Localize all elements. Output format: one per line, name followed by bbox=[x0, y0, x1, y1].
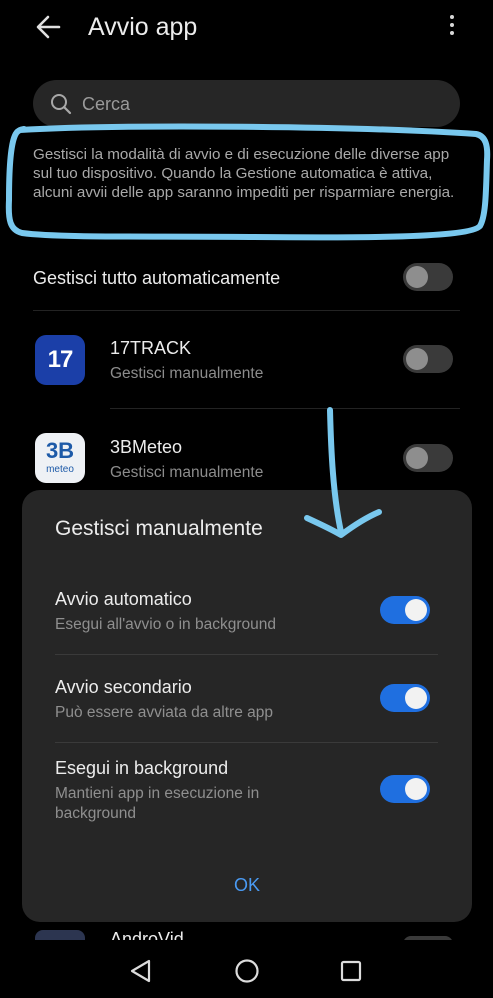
app-name: 3BMeteo bbox=[110, 437, 183, 457]
option-title: Avvio automatico bbox=[55, 589, 192, 609]
secondary-start-toggle[interactable] bbox=[380, 684, 430, 712]
app-icon-3bmeteo: 3B meteo bbox=[35, 433, 85, 483]
search-placeholder: Cerca bbox=[82, 94, 131, 114]
background-run-toggle[interactable] bbox=[380, 775, 430, 803]
app-status: Gestisci manualmente bbox=[110, 464, 264, 481]
dialog-title: Gestisci manualmente bbox=[55, 517, 263, 540]
toggle-knob bbox=[405, 778, 427, 800]
option-subtitle: Mantieni app in esecuzione in background bbox=[55, 785, 260, 822]
ok-button[interactable]: OK bbox=[210, 870, 284, 900]
app-icon-17track-text: 17 bbox=[47, 346, 74, 373]
option-subtitle: Può essere avviata da altre app bbox=[55, 704, 273, 721]
more-vert-icon[interactable] bbox=[444, 12, 460, 42]
manage-all-label: Gestisci tutto automaticamente bbox=[33, 268, 281, 288]
toggle-knob bbox=[406, 348, 428, 370]
description-text: Gestisci la modalità di avvio e di esecu… bbox=[33, 146, 455, 202]
toggle-knob bbox=[405, 599, 427, 621]
divider bbox=[55, 742, 438, 743]
app-bar bbox=[0, 0, 493, 60]
nav-recents-icon[interactable] bbox=[339, 959, 363, 983]
back-arrow-icon[interactable] bbox=[32, 10, 66, 44]
nav-back-icon[interactable] bbox=[128, 958, 154, 984]
toggle-knob bbox=[406, 447, 428, 469]
manage-all-toggle[interactable] bbox=[403, 263, 453, 291]
divider bbox=[110, 408, 460, 409]
app-icon-3bmeteo-subtext: meteo bbox=[46, 464, 74, 475]
search-icon bbox=[51, 94, 72, 115]
page-title: Avvio app bbox=[88, 13, 198, 41]
nav-home-icon[interactable] bbox=[234, 958, 260, 984]
app-status: Gestisci manualmente bbox=[110, 365, 264, 382]
arrow-annotation bbox=[304, 407, 382, 538]
option-title: Avvio secondario bbox=[55, 677, 192, 697]
app-icon-17track: 17 bbox=[35, 335, 85, 385]
toggle-knob bbox=[405, 687, 427, 709]
divider bbox=[33, 310, 460, 311]
app-toggle-3bmeteo[interactable] bbox=[403, 444, 453, 472]
toggle-knob bbox=[406, 266, 428, 288]
app-name: 17TRACK bbox=[110, 338, 192, 358]
auto-start-toggle[interactable] bbox=[380, 596, 430, 624]
option-subtitle: Esegui all'avvio o in background bbox=[55, 616, 276, 633]
app-icon-3bmeteo-text: 3B bbox=[45, 438, 75, 463]
option-title: Esegui in background bbox=[55, 758, 229, 778]
app-toggle-17track[interactable] bbox=[403, 345, 453, 373]
divider bbox=[55, 654, 438, 655]
